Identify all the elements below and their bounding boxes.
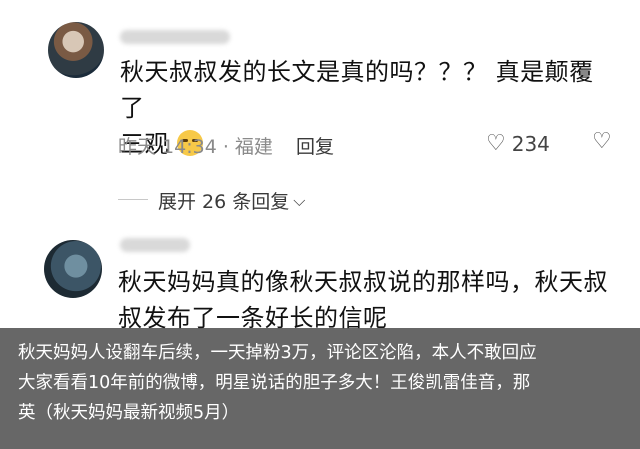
avatar[interactable] bbox=[44, 240, 102, 298]
caption-line: 秋天妈妈人设翻车后续，一天掉粉3万，评论区沦陷，本人不敢回应 bbox=[18, 343, 537, 363]
heart-icon: ♡ bbox=[486, 131, 506, 156]
expand-replies-label: 展开 26 条回复 bbox=[158, 191, 290, 213]
caption-line: 英（秋天妈妈最新视频5月） bbox=[18, 403, 240, 423]
chevron-down-icon: ⌵ bbox=[293, 190, 306, 210]
username-blurred bbox=[120, 238, 190, 252]
like-count: 234 bbox=[511, 131, 550, 156]
comment-text: 秋天妈妈真的像秋天叔叔说的那样吗，秋天叔 叔发布了一条好长的信呢 bbox=[118, 264, 618, 336]
avatar[interactable] bbox=[48, 22, 104, 78]
reply-button[interactable]: 回复 bbox=[296, 132, 334, 159]
comment-meta: 昨天 14:34 · 福建 bbox=[118, 136, 273, 158]
username-blurred bbox=[120, 30, 230, 44]
expand-replies-button[interactable]: 展开 26 条回复 ⌵ bbox=[158, 187, 305, 214]
comment-line: 秋天妈妈真的像秋天叔叔说的那样吗，秋天叔 bbox=[118, 268, 608, 296]
dislike-icon[interactable]: ♡ bbox=[592, 129, 612, 154]
divider bbox=[118, 199, 148, 200]
caption-line: 大家看看10年前的微博，明星说话的胆子多大！王俊凯雷佳音，那 bbox=[18, 373, 531, 393]
caption-text: 秋天妈妈人设翻车后续，一天掉粉3万，评论区沦陷，本人不敢回应 大家看看10年前的… bbox=[18, 338, 626, 428]
comment-line: 秋天叔叔发的长文是真的吗？？？ 真是颠覆了 bbox=[120, 58, 594, 122]
like-button[interactable]: ♡ 234 bbox=[486, 131, 550, 156]
